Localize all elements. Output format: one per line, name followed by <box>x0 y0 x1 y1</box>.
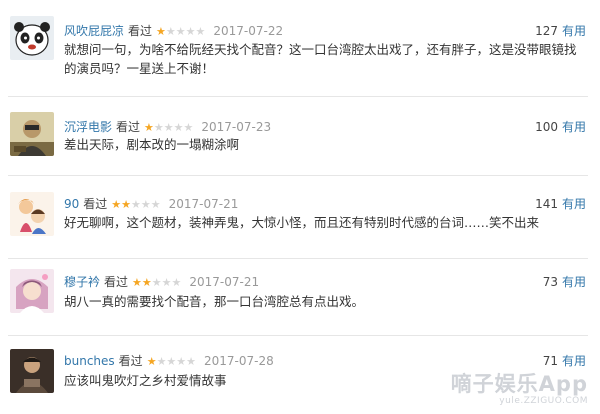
vote-count: 100 <box>535 120 558 134</box>
rating-stars: ★★★★★ <box>147 355 196 368</box>
username-link[interactable]: 风吹屁屁凉 <box>64 24 124 38</box>
username-link[interactable]: 90 <box>64 197 79 211</box>
avatar[interactable] <box>10 16 54 60</box>
useful-button[interactable]: 有用 <box>562 354 586 368</box>
review-text: 就想问一句，为啥不给阮经天找个配音？这一口台湾腔太出戏了，还有胖子，这是没带眼镜… <box>64 42 577 76</box>
rating-stars: ★★★★★ <box>132 276 181 289</box>
vote-count: 141 <box>535 197 558 211</box>
star-icon: ★★★★ <box>156 355 197 368</box>
watermark-brand: 嘀子娱乐App <box>450 372 588 396</box>
review-date: 2017-07-21 <box>189 275 260 289</box>
username-link[interactable]: bunches <box>64 354 115 368</box>
review-item: 穆子衿 看过 ★★★★★ 2017-07-21 73 有用 胡八一真的需要找个配音，那一… <box>0 259 600 335</box>
rating-stars: ★★★★★ <box>156 25 205 38</box>
useful-button[interactable]: 有用 <box>562 197 586 211</box>
watermark: 嘀子娱乐App yule.ZZIGUO.COM <box>451 368 588 406</box>
review-date: 2017-07-23 <box>201 120 272 134</box>
star-icon: ★ <box>146 355 157 368</box>
watched-label: 看过 <box>83 197 108 211</box>
rating-stars: ★★★★★ <box>144 121 193 134</box>
watched-label: 看过 <box>104 275 129 289</box>
rating-stars: ★★★★★ <box>111 198 160 211</box>
review-item: 沉浮电影 看过 ★★★★★ 2017-07-23 100 有用 差出天际，剧本改的一塌糊… <box>0 97 600 175</box>
watched-label: 看过 <box>128 24 153 38</box>
vote-count: 73 <box>542 275 558 289</box>
review-date: 2017-07-22 <box>213 24 284 38</box>
star-icon: ★★ <box>132 276 152 289</box>
review-text: 好无聊啊，这个题材，装神弄鬼，大惊小怪，而且还有特别时代感的台词……笑不出来 <box>64 215 540 230</box>
vote-count: 71 <box>542 354 558 368</box>
avatar[interactable] <box>10 349 54 393</box>
useful-button[interactable]: 有用 <box>562 120 586 134</box>
review-text: 差出天际，剧本改的一塌糊涂啊 <box>64 137 240 152</box>
avatar[interactable] <box>10 112 54 156</box>
watched-label: 看过 <box>118 354 143 368</box>
vote-count: 127 <box>535 24 558 38</box>
review-text: 胡八一真的需要找个配音，那一口台湾腔总有点出戏。 <box>64 294 365 309</box>
watched-label: 看过 <box>116 120 141 134</box>
username-link[interactable]: 沉浮电影 <box>64 120 112 134</box>
star-icon: ★★ <box>111 198 132 211</box>
avatar[interactable] <box>10 269 54 313</box>
review-item: 风吹屁屁凉 看过 ★★★★★ 2017-07-22 127 有用 就想问一句，为啥不给阮… <box>0 0 600 96</box>
review-date: 2017-07-21 <box>168 197 239 211</box>
star-icon: ★★★ <box>131 198 161 211</box>
star-icon: ★★★★ <box>153 121 194 134</box>
review-date: 2017-07-28 <box>204 354 274 368</box>
star-icon: ★ <box>144 121 154 134</box>
review-item: 90 看过 ★★★★★ 2017-07-21 141 有用 好无聊啊，这个题材，装神弄鬼… <box>0 176 600 258</box>
star-icon: ★★★★ <box>165 25 206 38</box>
avatar[interactable] <box>10 192 54 236</box>
useful-button[interactable]: 有用 <box>562 24 586 38</box>
username-link[interactable]: 穆子衿 <box>64 275 100 289</box>
star-icon: ★★★ <box>151 276 182 289</box>
useful-button[interactable]: 有用 <box>562 275 586 289</box>
star-icon: ★ <box>156 25 166 38</box>
